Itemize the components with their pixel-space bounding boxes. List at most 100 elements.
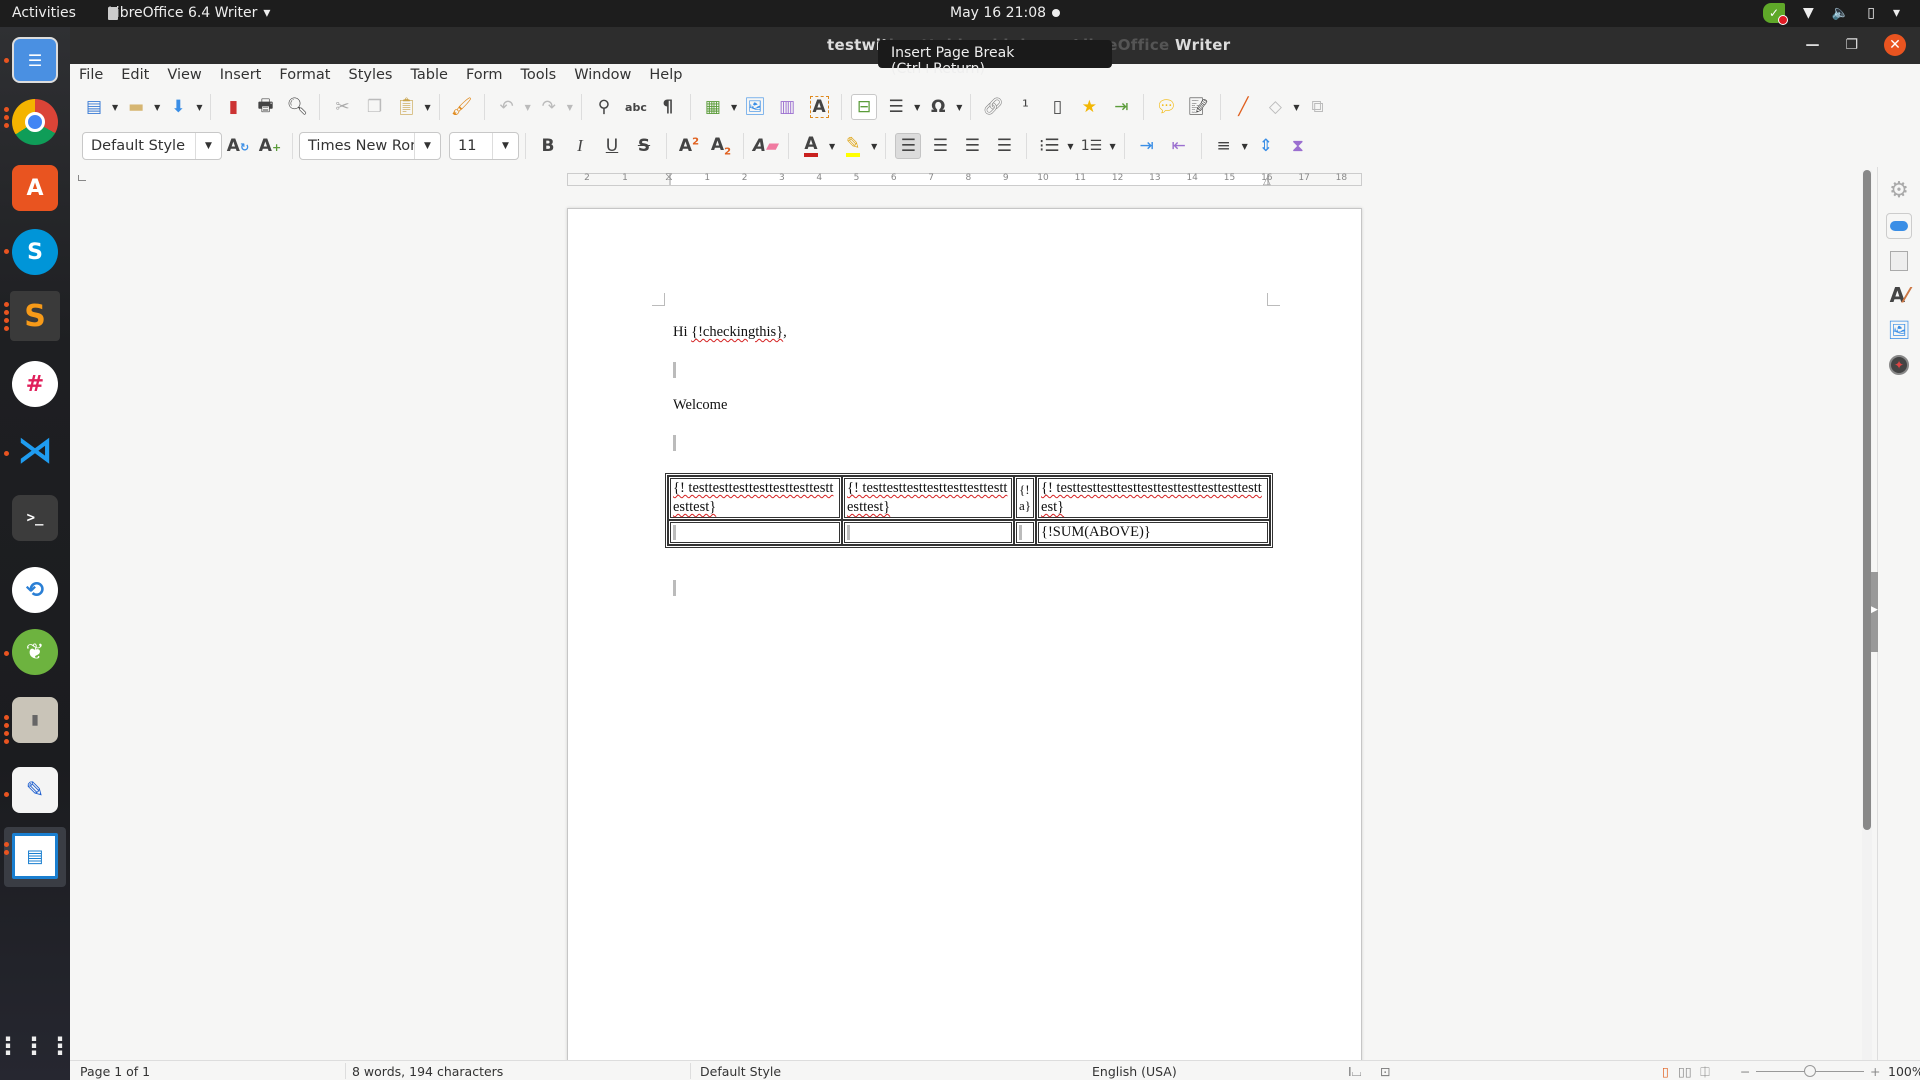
insert-page-break-button[interactable]: ⊟: [851, 94, 878, 120]
save-dropdown[interactable]: ▼: [196, 103, 202, 112]
horizontal-ruler[interactable]: 2 1 ⧖ △ 1 2 3 4 5 6 7 8 9 10 11 12 13 14 15 16 17 18: [567, 170, 1362, 188]
insert-field-button[interactable]: ☰: [883, 94, 909, 120]
menu-help[interactable]: Help: [640, 64, 691, 88]
dock-skype[interactable]: S: [12, 229, 58, 275]
dock-chrome[interactable]: [12, 99, 58, 145]
menu-edit[interactable]: Edit: [112, 64, 158, 88]
zoom-slider-handle[interactable]: [1804, 1065, 1816, 1077]
activities-button[interactable]: Activities: [12, 5, 76, 21]
copy-button[interactable]: ❐: [361, 94, 387, 120]
paragraph-welcome[interactable]: Welcome: [673, 397, 727, 414]
insert-footnote-button[interactable]: ¹: [1012, 94, 1038, 120]
track-changes-button[interactable]: 📝︎: [1185, 94, 1211, 120]
align-left-button[interactable]: ☰: [895, 133, 922, 159]
save-status-icon[interactable]: ⊡: [1380, 1064, 1390, 1079]
dock-files[interactable]: ☰: [12, 37, 58, 83]
book-view-icon[interactable]: ⎅: [1700, 1064, 1710, 1080]
minimize-button[interactable]: —: [1805, 37, 1819, 53]
italic-button[interactable]: I: [567, 133, 593, 159]
dock-remote-desktop[interactable]: ⟲: [12, 567, 58, 613]
insert-table-button[interactable]: ▦: [700, 94, 726, 120]
decrease-paragraph-spacing-button[interactable]: ⧗: [1285, 133, 1311, 159]
save-button[interactable]: ⬇: [165, 94, 191, 120]
page-style[interactable]: Default Style: [700, 1064, 781, 1079]
underline-button[interactable]: U: [599, 133, 625, 159]
zoom-out-button[interactable]: −: [1740, 1064, 1750, 1079]
sidebar-gallery-button[interactable]: 🖼︎: [1886, 317, 1912, 343]
sidebar-settings-button[interactable]: ⚙: [1886, 177, 1912, 203]
menu-window[interactable]: Window: [565, 64, 640, 88]
sidebar-collapse-handle[interactable]: ▶: [1871, 572, 1878, 652]
paragraph-greeting[interactable]: Hi {!checkingthis},: [673, 324, 787, 341]
insert-cross-reference-button[interactable]: ⇥: [1108, 94, 1134, 120]
menu-view[interactable]: View: [158, 64, 210, 88]
menu-format[interactable]: Format: [270, 64, 339, 88]
tab-stop-selector[interactable]: [78, 175, 86, 181]
font-color-dropdown[interactable]: ▼: [829, 142, 835, 151]
paste-dropdown[interactable]: ▼: [424, 103, 430, 112]
insert-textbox-button[interactable]: A: [806, 94, 832, 120]
table-dropdown[interactable]: ▼: [731, 103, 737, 112]
new-dropdown[interactable]: ▼: [112, 103, 118, 112]
menu-file[interactable]: File: [70, 64, 112, 88]
print-preview-button[interactable]: 🔍︎: [284, 94, 310, 120]
redo-button[interactable]: ↷: [536, 94, 562, 120]
decrease-indent-button[interactable]: ⇤: [1166, 133, 1192, 159]
shapes-dropdown[interactable]: ▼: [1293, 103, 1299, 112]
unordered-list-button[interactable]: ⁝☰: [1036, 133, 1062, 159]
sidebar-styles-button[interactable]: A⁄: [1886, 282, 1912, 308]
insert-hyperlink-button[interactable]: 🔗︎: [980, 94, 1006, 120]
dock-sublime[interactable]: S: [12, 293, 58, 339]
chevron-down-icon[interactable]: ▼: [414, 133, 440, 159]
sidebar-page-button[interactable]: [1886, 248, 1912, 274]
font-color-button[interactable]: A: [798, 133, 824, 159]
table-cell[interactable]: [1014, 520, 1037, 545]
menu-insert[interactable]: Insert: [211, 64, 271, 88]
zoom-level[interactable]: 100%: [1888, 1064, 1920, 1079]
zoom-in-button[interactable]: +: [1870, 1064, 1880, 1079]
line-spacing-dropdown[interactable]: ▼: [1242, 142, 1248, 151]
dock-archive-manager[interactable]: ▮: [12, 697, 58, 743]
bullet-dropdown[interactable]: ▼: [1067, 142, 1073, 151]
spelling-button[interactable]: abc: [623, 94, 649, 120]
numbering-dropdown[interactable]: ▼: [1109, 142, 1115, 151]
chevron-down-icon[interactable]: ▼: [195, 133, 221, 159]
subscript-button[interactable]: A2: [708, 133, 734, 159]
insert-bookmark-button[interactable]: ★: [1076, 94, 1102, 120]
strikethrough-button[interactable]: S: [631, 133, 657, 159]
new-style-button[interactable]: A+: [257, 133, 283, 159]
field-dropdown[interactable]: ▼: [914, 103, 920, 112]
menu-styles[interactable]: Styles: [339, 64, 401, 88]
insert-chart-button[interactable]: ▥: [774, 94, 800, 120]
page-count[interactable]: Page 1 of 1: [80, 1064, 150, 1079]
insert-special-character-button[interactable]: Ω: [925, 94, 951, 120]
single-page-view-icon[interactable]: ▯: [1662, 1064, 1669, 1079]
dock-ubuntu-software[interactable]: A: [12, 165, 58, 211]
table-cell[interactable]: {! testtesttesttesttesttesttesttesttestt…: [1036, 476, 1271, 520]
menu-form[interactable]: Form: [457, 64, 512, 88]
word-count[interactable]: 8 words, 194 characters: [352, 1064, 503, 1079]
software-update-icon[interactable]: ✓: [1763, 3, 1789, 25]
app-menu[interactable]: LibreOffice 6.4 Writer ▾: [108, 5, 270, 21]
increase-paragraph-spacing-button[interactable]: ⇕: [1253, 133, 1279, 159]
sidebar-navigator-button[interactable]: ✦: [1886, 352, 1912, 378]
open-button[interactable]: ▬: [123, 94, 149, 120]
scrollbar-thumb[interactable]: [1863, 170, 1871, 830]
clear-formatting-button[interactable]: A▰: [753, 133, 779, 159]
superscript-button[interactable]: A2: [676, 133, 702, 159]
export-pdf-button[interactable]: ▮: [220, 94, 246, 120]
font-name-select[interactable]: Times New Ron ▼: [299, 132, 441, 160]
table-cell[interactable]: {! testtesttesttesttesttesttesttesttest}: [668, 476, 842, 520]
clock[interactable]: May 16 21:08: [950, 5, 1061, 21]
special-char-dropdown[interactable]: ▼: [956, 103, 962, 112]
redo-dropdown[interactable]: ▼: [567, 103, 573, 112]
insert-endnote-button[interactable]: ▯: [1044, 94, 1070, 120]
justify-button[interactable]: ☰: [991, 133, 1017, 159]
update-style-button[interactable]: A↻: [225, 133, 251, 159]
indent-marker[interactable]: ⧖: [665, 170, 673, 184]
table-cell[interactable]: {! testtesttesttesttesttesttesttesttest}: [842, 476, 1014, 520]
increase-indent-button[interactable]: ⇥: [1134, 133, 1160, 159]
multi-page-view-icon[interactable]: ▯▯: [1678, 1064, 1692, 1079]
insert-line-button[interactable]: ╱: [1230, 94, 1256, 120]
menu-table[interactable]: Table: [401, 64, 457, 88]
